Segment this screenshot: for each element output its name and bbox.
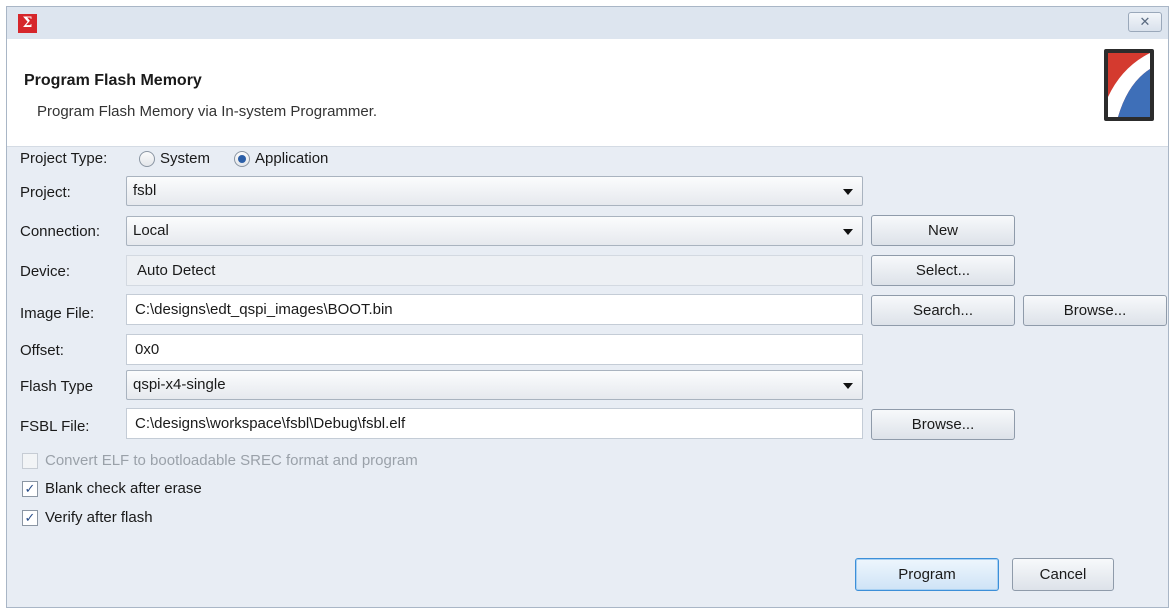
select-device-button[interactable]: Select... <box>871 255 1015 286</box>
verify-checkbox[interactable]: ✓ <box>22 510 38 526</box>
search-image-button[interactable]: Search... <box>871 295 1015 326</box>
image-file-label: Image File: <box>20 305 95 322</box>
new-connection-button[interactable]: New <box>871 215 1015 246</box>
radio-application[interactable] <box>234 151 250 167</box>
radio-application-label: Application <box>255 150 329 167</box>
convert-elf-label: Convert ELF to bootloadable SREC format … <box>45 452 418 469</box>
image-file-input[interactable]: C:\designs\edt_qspi_images\BOOT.bin <box>126 294 863 325</box>
flash-type-label: Flash Type <box>20 378 94 395</box>
chevron-down-icon <box>843 383 853 389</box>
project-type-label: Project Type: <box>20 150 108 167</box>
chevron-down-icon <box>843 189 853 195</box>
radio-system[interactable] <box>139 151 155 167</box>
fsbl-file-label: FSBL File: <box>20 418 90 435</box>
blank-check-label: Blank check after erase <box>45 480 202 497</box>
flash-type-combo[interactable]: qspi-x4-single <box>126 370 863 400</box>
device-field: Auto Detect <box>126 255 863 286</box>
title-bar: Σ ✕ <box>7 7 1168 39</box>
project-combo[interactable]: fsbl <box>126 176 863 206</box>
chevron-down-icon <box>843 229 853 235</box>
app-icon: Σ <box>18 14 37 33</box>
browse-image-button[interactable]: Browse... <box>1023 295 1167 326</box>
verify-label: Verify after flash <box>45 509 153 526</box>
page-description: Program Flash Memory via In-system Progr… <box>37 103 378 120</box>
program-button[interactable]: Program <box>855 558 999 591</box>
connection-label: Connection: <box>20 223 101 240</box>
radio-system-label: System <box>160 150 211 167</box>
browse-fsbl-button[interactable]: Browse... <box>871 409 1015 440</box>
flash-type-value: qspi-x4-single <box>133 376 226 393</box>
fsbl-file-input[interactable]: C:\designs\workspace\fsbl\Debug\fsbl.elf <box>126 408 863 439</box>
convert-elf-checkbox[interactable] <box>22 453 38 469</box>
offset-label: Offset: <box>20 342 64 359</box>
program-flash-dialog: Σ ✕ Program Flash Memory Program Flash M… <box>6 6 1169 608</box>
connection-value: Local <box>133 222 169 239</box>
project-value: fsbl <box>133 182 157 199</box>
blank-check-checkbox[interactable]: ✓ <box>22 481 38 497</box>
close-button[interactable]: ✕ <box>1128 12 1162 32</box>
cancel-button[interactable]: Cancel <box>1012 558 1114 591</box>
connection-combo[interactable]: Local <box>126 216 863 246</box>
page-title: Program Flash Memory <box>24 72 202 89</box>
sdk-logo-icon <box>1104 49 1154 121</box>
device-label: Device: <box>20 263 71 280</box>
offset-input[interactable]: 0x0 <box>126 334 863 365</box>
dialog-header: Program Flash Memory Program Flash Memor… <box>7 39 1168 147</box>
project-label: Project: <box>20 184 71 201</box>
